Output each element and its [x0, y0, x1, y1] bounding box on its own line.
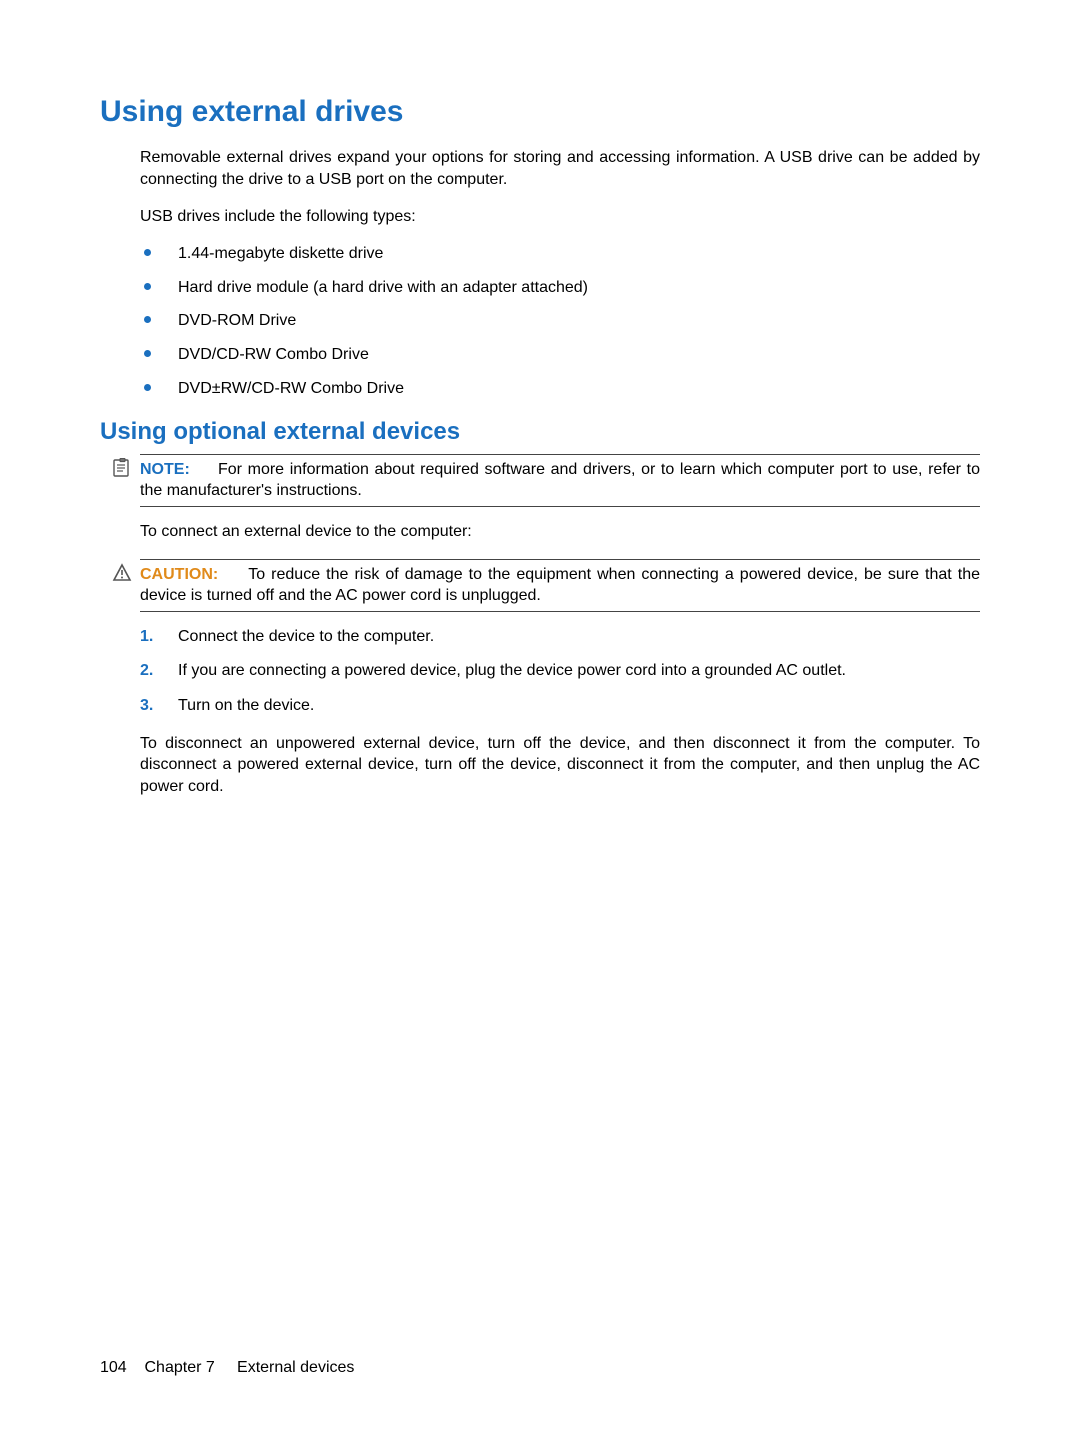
disconnect-paragraph: To disconnect an unpowered external devi…	[140, 733, 980, 798]
list-item-text: Hard drive module (a hard drive with an …	[178, 279, 588, 296]
steps-list: 1. Connect the device to the computer. 2.…	[140, 626, 980, 717]
step-text: Connect the device to the computer.	[178, 628, 434, 645]
step-number: 3.	[140, 695, 153, 717]
page-footer: 104 Chapter 7 External devices	[100, 1359, 354, 1377]
list-item: DVD-ROM Drive	[140, 311, 980, 332]
list-item: DVD/CD-RW Combo Drive	[140, 345, 980, 366]
section-title: Using optional external devices	[100, 418, 980, 446]
bullet-icon	[144, 384, 151, 391]
list-item: 1. Connect the device to the computer.	[140, 626, 980, 648]
step-text: If you are connecting a powered device, …	[178, 662, 846, 679]
note-icon	[112, 458, 132, 478]
caution-text: To reduce the risk of damage to the equi…	[140, 566, 980, 605]
note-callout: NOTE: For more information about require…	[140, 454, 980, 507]
page-number: 104	[100, 1359, 127, 1376]
connect-intro: To connect an external device to the com…	[140, 521, 980, 543]
bullet-icon	[144, 283, 151, 290]
bullet-icon	[144, 350, 151, 357]
caution-callout: CAUTION: To reduce the risk of damage to…	[140, 559, 980, 612]
section2-body: NOTE: For more information about require…	[140, 454, 980, 798]
chapter-title: External devices	[237, 1359, 354, 1376]
bullet-icon	[144, 249, 151, 256]
bullet-icon	[144, 316, 151, 323]
list-item: 2. If you are connecting a powered device…	[140, 660, 980, 682]
caution-label: CAUTION:	[140, 566, 218, 583]
list-item: 1.44-megabyte diskette drive	[140, 244, 980, 265]
chapter-label: Chapter 7	[145, 1359, 215, 1376]
intro-paragraph-2: USB drives include the following types:	[140, 206, 980, 228]
section-body: Removable external drives expand your op…	[140, 147, 980, 400]
step-number: 1.	[140, 626, 153, 648]
list-item: Hard drive module (a hard drive with an …	[140, 278, 980, 299]
step-number: 2.	[140, 660, 153, 682]
list-item-text: DVD±RW/CD-RW Combo Drive	[178, 380, 404, 397]
note-label: NOTE:	[140, 461, 190, 478]
list-item-text: DVD-ROM Drive	[178, 312, 296, 329]
list-item-text: DVD/CD-RW Combo Drive	[178, 346, 369, 363]
section-optional-devices: Using optional external devices	[120, 418, 980, 446]
page-title: Using external drives	[100, 95, 980, 129]
usb-drives-list: 1.44-megabyte diskette drive Hard drive …	[140, 244, 980, 400]
document-page: Using external drives Removable external…	[0, 0, 1080, 1437]
intro-paragraph-1: Removable external drives expand your op…	[140, 147, 980, 190]
list-item: 3. Turn on the device.	[140, 695, 980, 717]
caution-icon	[112, 563, 132, 583]
step-text: Turn on the device.	[178, 697, 314, 714]
note-text: For more information about required soft…	[140, 461, 980, 500]
list-item: DVD±RW/CD-RW Combo Drive	[140, 379, 980, 400]
list-item-text: 1.44-megabyte diskette drive	[178, 245, 383, 262]
